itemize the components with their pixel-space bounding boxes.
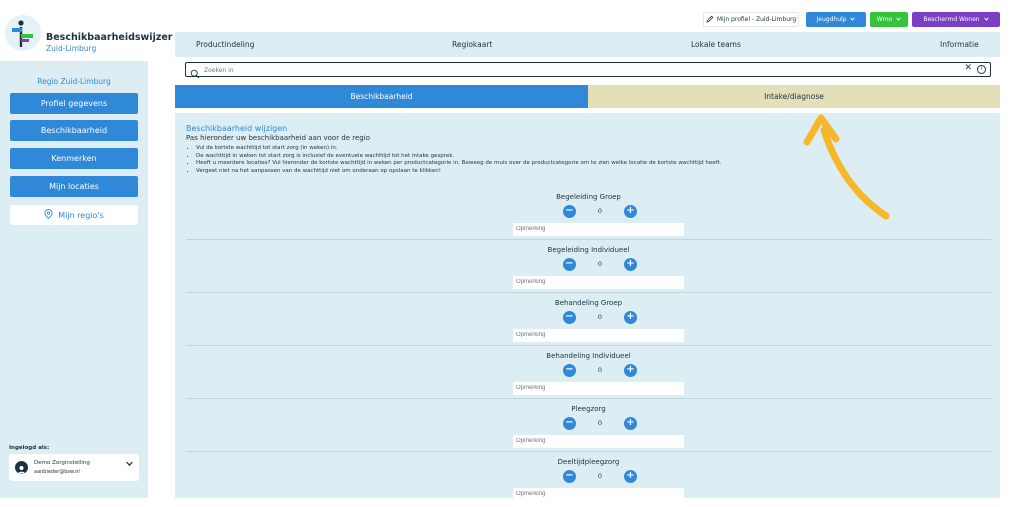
category-title: Behandeling Groep [554,299,623,307]
minus-icon[interactable]: − [563,364,576,377]
brand-title: Beschikbaarheidswijzer [46,32,173,43]
category-title: Behandeling Individueel [546,352,631,360]
my-regions-button[interactable]: Mijn regio's [10,205,138,225]
user-avatar-icon [15,461,28,474]
plus-icon[interactable]: + [624,417,637,430]
category-row: Behandeling Groep − 0 + [186,293,991,346]
category-title: Pleegzorg [571,405,606,413]
chevron-down-icon[interactable] [126,460,133,469]
plus-icon[interactable]: + [624,205,637,218]
jeugdhulp-label: Jeugdhulp [816,16,847,23]
characteristics-button[interactable]: Kenmerken [10,148,138,169]
quantity-stepper: − 0 + [563,205,637,219]
jeugdhulp-dropdown[interactable]: Jeugdhulp [806,12,866,27]
minus-icon[interactable]: − [563,417,576,430]
remark-input[interactable] [513,435,684,448]
nav-product-classification[interactable]: Productindeling [196,40,254,49]
main-nav: Productindeling Regiokaart Lokale teams … [175,32,1000,57]
wmo-dropdown[interactable]: Wmo [870,12,908,27]
plus-icon[interactable]: + [624,311,637,324]
search-bar: ✕ i [185,62,991,79]
info-icon[interactable]: i [977,65,986,74]
minus-icon[interactable]: − [563,470,576,483]
remark-input[interactable] [513,488,684,498]
user-menu[interactable]: Demo Zorginstelling aanbieder@bsw.nl [9,454,139,481]
category-row: Behandeling Individueel − 0 + [186,346,991,399]
nav-local-teams[interactable]: Lokale teams [691,40,741,49]
remark-input[interactable] [513,329,684,342]
close-icon[interactable]: ✕ [964,63,972,73]
tab-availability[interactable]: Beschikbaarheid [175,85,588,108]
remark-input[interactable] [513,223,684,236]
sidebar: Beschikbaarheidswijzer Zuid-Limburg Regi… [0,0,172,507]
category-title: Deeltijdpleegzorg [557,458,620,466]
stepper-value: 0 [597,207,603,215]
my-regions-label: Mijn regio's [58,210,104,220]
stepper-value: 0 [597,313,603,321]
signpost-logo-icon [5,15,41,51]
plus-icon[interactable]: + [624,364,637,377]
beschermd-wonen-dropdown[interactable]: Beschermd Wonen [912,12,1000,27]
pencil-icon [706,15,714,25]
chevron-down-icon [850,16,856,23]
brand-subtitle: Zuid-Limburg [46,44,97,53]
quantity-stepper: − 0 + [563,258,637,272]
category-row: Pleegzorg − 0 + [186,399,991,452]
profile-data-button[interactable]: Profiel gegevens [10,93,138,114]
stepper-value: 0 [597,419,603,427]
region-label: Regio Zuid-Limburg [37,77,111,86]
my-profile-button[interactable]: Mijn profiel - Zuid-Limburg [703,12,799,27]
instruction-item: Vul de kortste wachttijd tot start zorg … [196,145,721,153]
plus-icon[interactable]: + [624,258,637,271]
instruction-item: Heeft u meerdere locaties? Vul hieronder… [196,160,721,168]
nav-region-map[interactable]: Regiokaart [452,40,492,49]
instruction-list: Vul de kortste wachttijd tot start zorg … [196,145,721,175]
location-pin-icon [44,209,53,221]
stepper-value: 0 [597,366,603,374]
stepper-value: 0 [597,260,603,268]
brand[interactable]: Beschikbaarheidswijzer Zuid-Limburg [0,5,172,61]
category-row: Deeltijdpleegzorg − 0 + [186,452,991,498]
instruction-item: De wachttijd in weken tot start zorg is … [196,153,721,161]
my-locations-button[interactable]: Mijn locaties [10,176,138,197]
remark-input[interactable] [513,276,684,289]
user-name: Demo Zorginstelling [34,460,90,466]
chevron-down-icon [896,16,901,23]
chevron-down-icon [983,16,989,23]
user-email: aanbieder@bsw.nl [34,469,80,475]
availability-button[interactable]: Beschikbaarheid [10,120,138,141]
minus-icon[interactable]: − [563,205,576,218]
minus-icon[interactable]: − [563,311,576,324]
content-title: Beschikbaarheid wijzigen [186,124,288,133]
category-title: Begeleiding Individueel [547,246,630,254]
plus-icon[interactable]: + [624,470,637,483]
stepper-value: 0 [597,472,603,480]
search-icon [190,64,200,83]
remark-input[interactable] [513,382,684,395]
quantity-stepper: − 0 + [563,417,637,431]
logged-in-label: Ingelogd als: [9,445,50,451]
content-subtitle: Pas hieronder uw beschikbaarheid aan voo… [186,134,370,142]
quantity-stepper: − 0 + [563,470,637,484]
instruction-item: Vergeet niet na het aanpassen van de wac… [196,168,721,176]
beschermd-wonen-label: Beschermd Wonen [923,16,980,23]
wmo-label: Wmo [876,16,893,23]
nav-information[interactable]: Informatie [940,40,979,49]
annotation-arrow-icon [800,112,896,226]
tab-intake-diagnosis[interactable]: Intake/diagnose [588,85,1000,108]
category-row: Begeleiding Individueel − 0 + [186,240,991,293]
quantity-stepper: − 0 + [563,364,637,378]
quantity-stepper: − 0 + [563,311,637,325]
my-profile-label: Mijn profiel - Zuid-Limburg [716,16,797,23]
main-area: Mijn profiel - Zuid-Limburg Jeugdhulp Wm… [175,0,1000,507]
minus-icon[interactable]: − [563,258,576,271]
search-input[interactable] [204,65,944,75]
